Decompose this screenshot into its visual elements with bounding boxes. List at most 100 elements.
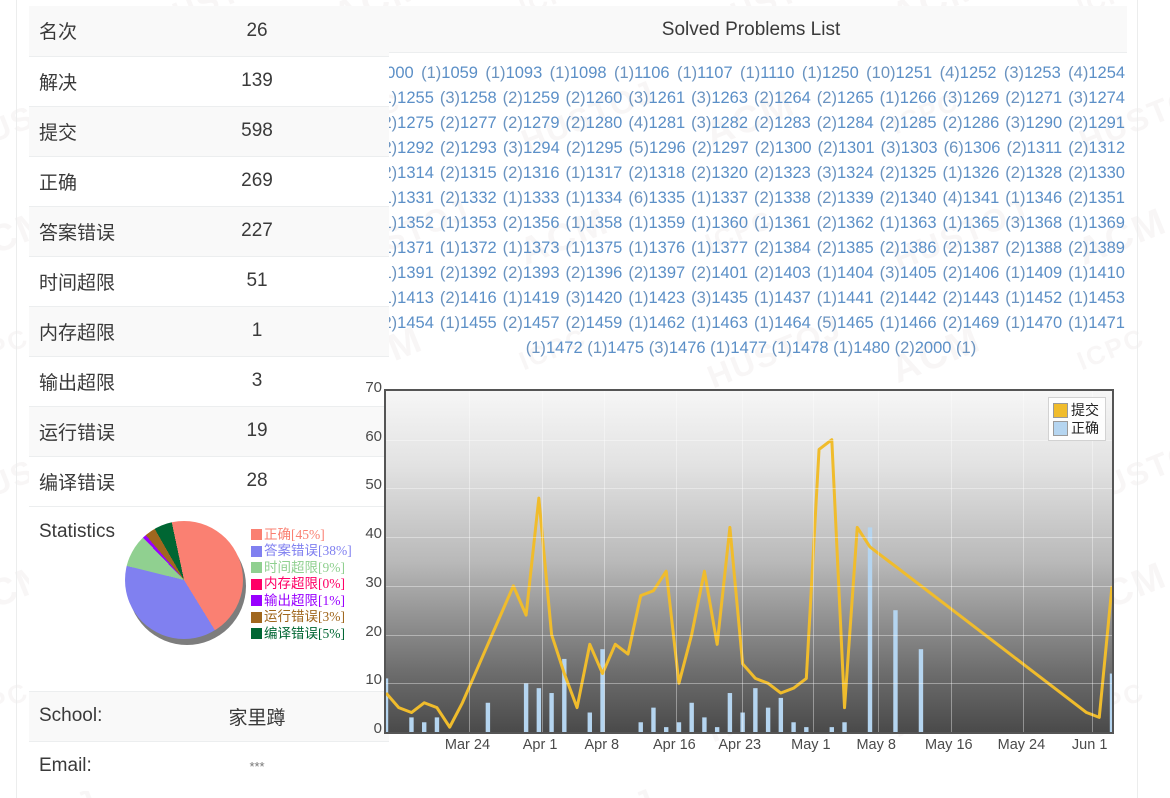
- problem-link[interactable]: 1284: [837, 114, 874, 132]
- problem-link[interactable]: 1324: [837, 164, 874, 182]
- stat-value[interactable]: 598: [125, 105, 390, 156]
- problem-link[interactable]: 1477: [730, 339, 767, 357]
- problem-link[interactable]: 1263: [711, 89, 748, 107]
- problem-link[interactable]: 1279: [523, 114, 560, 132]
- problem-link[interactable]: 1346: [1025, 189, 1062, 207]
- problem-link[interactable]: 1480: [853, 339, 890, 357]
- problem-link[interactable]: 1274: [1088, 89, 1125, 107]
- problem-link[interactable]: 1391: [397, 264, 434, 282]
- problem-link[interactable]: 1098: [570, 64, 607, 82]
- problem-link[interactable]: 1093: [506, 64, 543, 82]
- problem-link[interactable]: 1110: [760, 64, 794, 82]
- problem-link[interactable]: 1275: [397, 114, 434, 132]
- problem-link[interactable]: 1465: [837, 314, 874, 332]
- problem-link[interactable]: 1413: [397, 289, 434, 307]
- problem-link[interactable]: 1404: [837, 264, 874, 282]
- problem-link[interactable]: 1295: [586, 139, 623, 157]
- problem-link[interactable]: 1283: [774, 114, 811, 132]
- problem-link[interactable]: 1264: [774, 89, 811, 107]
- problem-link[interactable]: 1375: [586, 239, 623, 257]
- problem-link[interactable]: 1368: [1025, 214, 1062, 232]
- problem-link[interactable]: 1392: [460, 264, 497, 282]
- problem-link[interactable]: 1296: [649, 139, 686, 157]
- problem-link[interactable]: 1376: [648, 239, 685, 257]
- problem-link[interactable]: 1462: [648, 314, 685, 332]
- problem-link[interactable]: 1290: [1025, 114, 1062, 132]
- problem-link[interactable]: 1258: [460, 89, 497, 107]
- problem-link[interactable]: 1358: [586, 214, 623, 232]
- problem-link[interactable]: 1300: [775, 139, 812, 157]
- problem-link[interactable]: 1292: [397, 139, 434, 157]
- problem-link[interactable]: 1260: [586, 89, 623, 107]
- problem-link[interactable]: 1478: [792, 339, 829, 357]
- problem-link[interactable]: 1410: [1088, 264, 1125, 282]
- problem-link[interactable]: 1280: [586, 114, 623, 132]
- problem-link[interactable]: 1334: [586, 189, 623, 207]
- problem-link[interactable]: 1470: [1025, 314, 1062, 332]
- problem-link[interactable]: 1397: [648, 264, 685, 282]
- problem-link[interactable]: 1466: [900, 314, 937, 332]
- problem-link[interactable]: 1250: [822, 64, 859, 82]
- problem-link[interactable]: 2000: [915, 339, 952, 357]
- problem-link[interactable]: 1442: [900, 289, 937, 307]
- problem-link[interactable]: 1251: [896, 64, 933, 82]
- problem-link[interactable]: 1435: [711, 289, 748, 307]
- problem-link[interactable]: 1386: [900, 239, 937, 257]
- problem-link[interactable]: 1359: [648, 214, 685, 232]
- problem-link[interactable]: 1372: [460, 239, 497, 257]
- problem-link[interactable]: 1351: [1088, 189, 1125, 207]
- problem-link[interactable]: 1459: [586, 314, 623, 332]
- problem-link[interactable]: 1297: [712, 139, 749, 157]
- problem-link[interactable]: 1306: [964, 139, 1001, 157]
- problem-link[interactable]: 1340: [900, 189, 937, 207]
- stat-value[interactable]: 51: [125, 255, 390, 306]
- problem-link[interactable]: 1352: [397, 214, 434, 232]
- problem-link[interactable]: 1396: [586, 264, 623, 282]
- stat-value[interactable]: 1: [125, 305, 390, 356]
- problem-link[interactable]: 1454: [397, 314, 434, 332]
- problem-link[interactable]: 1457: [523, 314, 560, 332]
- problem-link[interactable]: 1405: [900, 264, 937, 282]
- problem-link[interactable]: 1294: [523, 139, 560, 157]
- problem-link[interactable]: 1282: [711, 114, 748, 132]
- chart-legend-item[interactable]: 提交: [1053, 401, 1099, 419]
- stat-value[interactable]: 269: [125, 155, 390, 206]
- problem-link[interactable]: 1252: [960, 64, 997, 82]
- problem-link[interactable]: 1416: [460, 289, 497, 307]
- problem-link[interactable]: 1384: [774, 239, 811, 257]
- problem-link[interactable]: 1356: [523, 214, 560, 232]
- problem-link[interactable]: 1271: [1025, 89, 1062, 107]
- problem-link[interactable]: 1389: [1088, 239, 1125, 257]
- problem-link[interactable]: 1385: [837, 239, 874, 257]
- problem-link[interactable]: 1475: [607, 339, 644, 357]
- problem-link[interactable]: 1419: [523, 289, 560, 307]
- problem-link[interactable]: 1353: [460, 214, 497, 232]
- problem-link[interactable]: 1059: [441, 64, 478, 82]
- problem-link[interactable]: 1341: [963, 189, 1000, 207]
- problem-link[interactable]: 1388: [1025, 239, 1062, 257]
- chart-legend-item[interactable]: 正确: [1053, 419, 1099, 437]
- problem-link[interactable]: 1476: [669, 339, 706, 357]
- problem-link[interactable]: 1325: [900, 164, 937, 182]
- problem-link[interactable]: 1469: [963, 314, 1000, 332]
- problem-link[interactable]: 1362: [837, 214, 874, 232]
- problem-link[interactable]: 1452: [1025, 289, 1062, 307]
- problem-link[interactable]: 1387: [963, 239, 1000, 257]
- problem-link[interactable]: 1265: [837, 89, 874, 107]
- problem-link[interactable]: 1312: [1088, 139, 1125, 157]
- problem-link[interactable]: 1453: [1088, 289, 1125, 307]
- problem-link[interactable]: 1463: [711, 314, 748, 332]
- problem-link[interactable]: 1311: [1027, 139, 1062, 157]
- problem-link[interactable]: 1332: [460, 189, 497, 207]
- problem-link[interactable]: 1301: [838, 139, 875, 157]
- problem-link[interactable]: 1293: [460, 139, 497, 157]
- stat-value[interactable]: 227: [125, 205, 390, 256]
- problem-link[interactable]: 1443: [963, 289, 1000, 307]
- problem-link[interactable]: 1409: [1025, 264, 1062, 282]
- problem-link[interactable]: 1326: [963, 164, 1000, 182]
- problem-link[interactable]: 1331: [397, 189, 434, 207]
- problem-link[interactable]: 1286: [963, 114, 1000, 132]
- problem-link[interactable]: 1266: [900, 89, 937, 107]
- problem-link[interactable]: 1423: [648, 289, 685, 307]
- problem-link[interactable]: 1363: [900, 214, 937, 232]
